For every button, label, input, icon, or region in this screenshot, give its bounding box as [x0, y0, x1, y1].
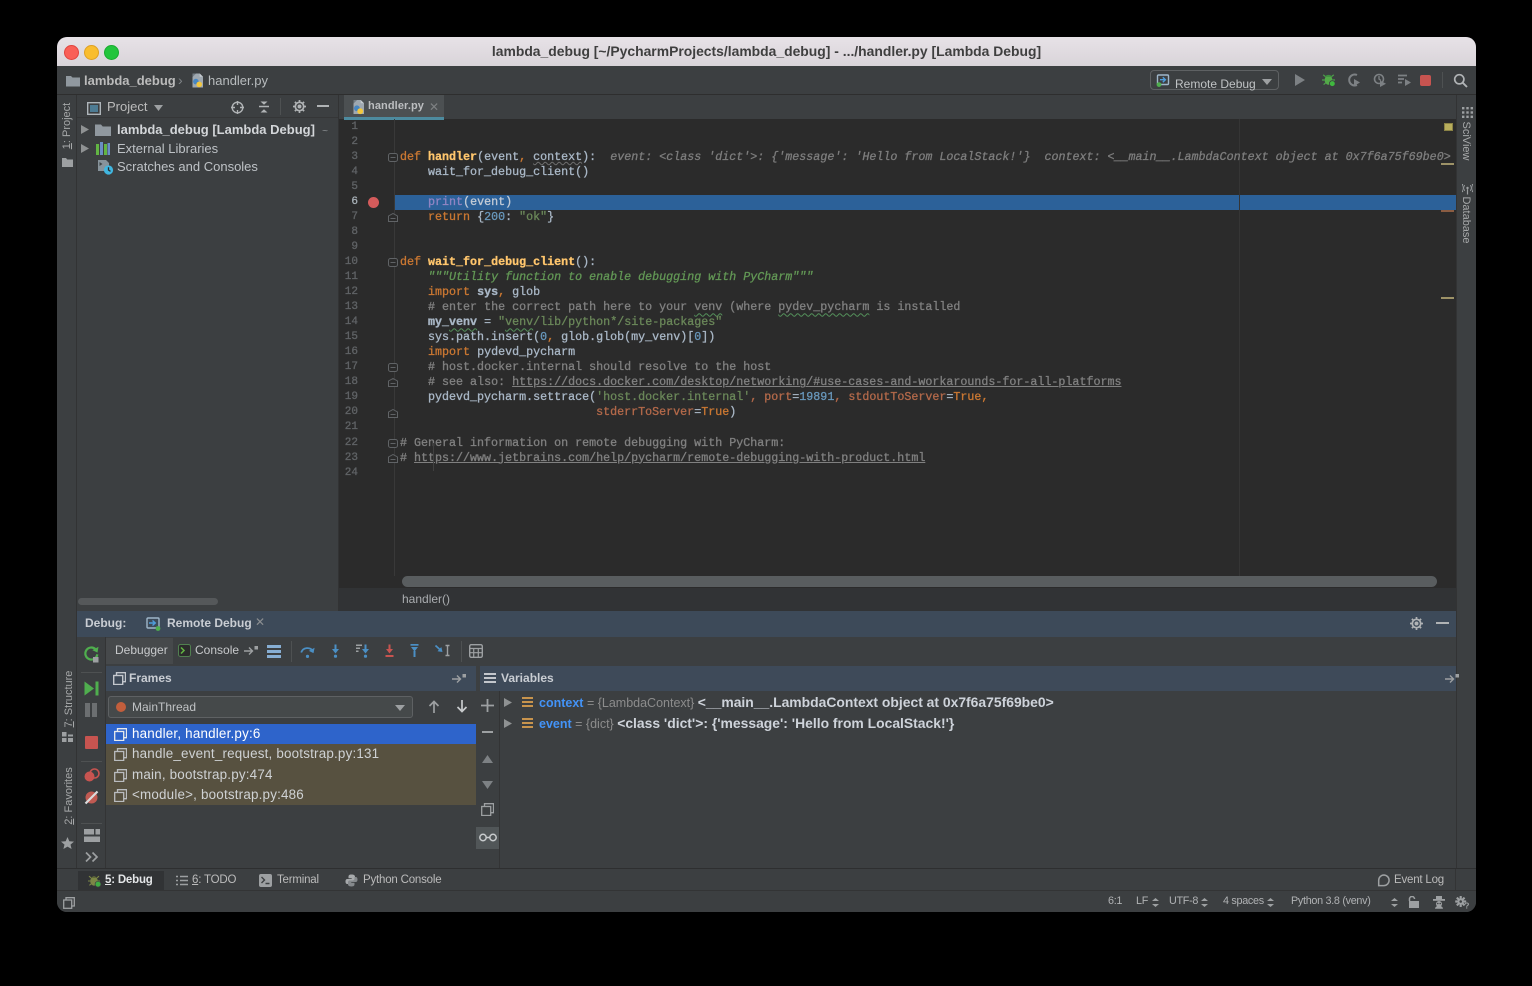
svg-text:?: ? [1464, 901, 1469, 910]
